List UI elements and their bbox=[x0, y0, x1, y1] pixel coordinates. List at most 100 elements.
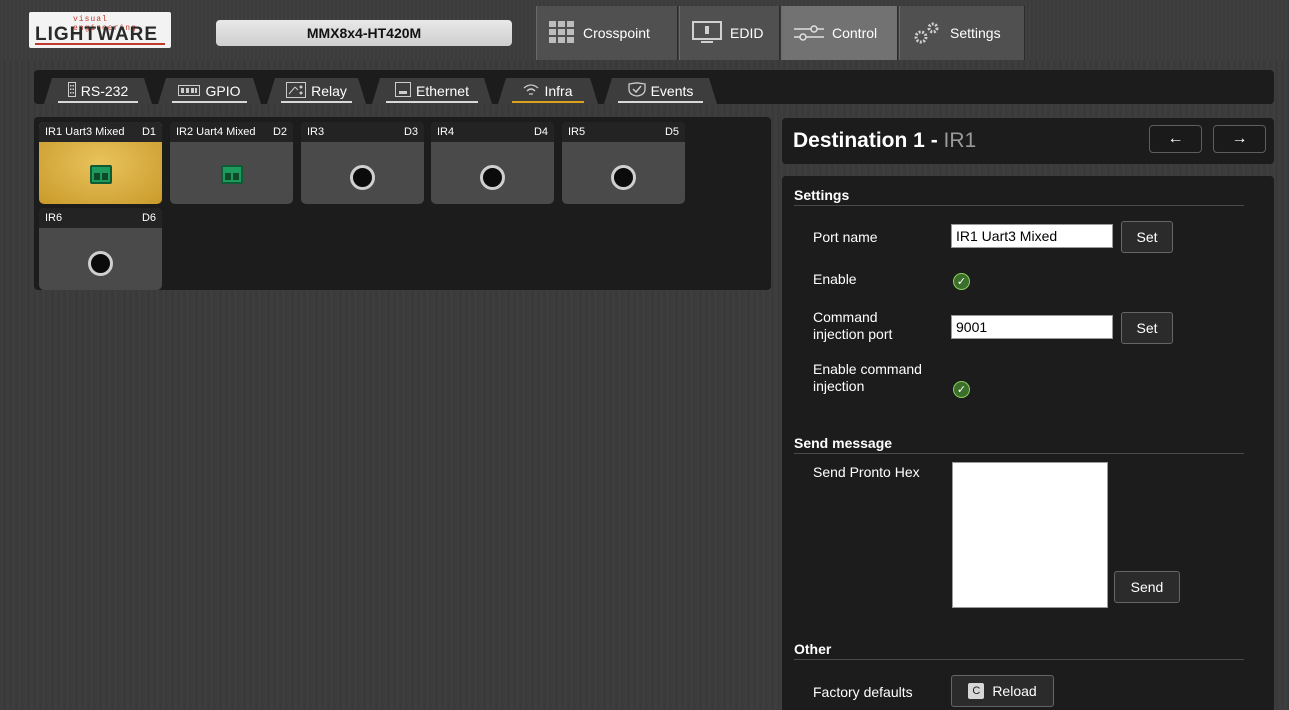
set-injection-port-button[interactable]: Set bbox=[1121, 312, 1173, 344]
relay-icon bbox=[286, 82, 306, 101]
port-id: D2 bbox=[272, 126, 287, 138]
checkmark-icon: ✓ bbox=[956, 384, 967, 396]
next-destination-button[interactable]: → bbox=[1213, 125, 1266, 153]
tab-ethernet[interactable]: Ethernet bbox=[372, 78, 492, 104]
serial-port-icon bbox=[68, 82, 76, 100]
arrow-left-icon: ← bbox=[1167, 130, 1184, 147]
port-id: D5 bbox=[664, 126, 679, 138]
destination-separator: - bbox=[924, 129, 944, 152]
tab-underline bbox=[58, 101, 138, 103]
destination-settings-panel: Settings Port name Set Enable ✓ Command … bbox=[782, 176, 1274, 710]
sliders-icon bbox=[794, 22, 824, 44]
tab-infra[interactable]: Infra bbox=[498, 78, 598, 104]
nav-tab-edid[interactable]: EDID bbox=[679, 6, 780, 60]
port-header: IR3 D3 bbox=[301, 122, 424, 142]
events-check-icon bbox=[628, 82, 646, 100]
port-tile-d1[interactable]: IR1 Uart3 Mixed D1 bbox=[39, 122, 162, 204]
nav-tab-settings[interactable]: Settings bbox=[899, 6, 1025, 60]
tab-events[interactable]: Events bbox=[604, 78, 717, 104]
tab-label-relay: Relay bbox=[311, 83, 347, 99]
tab-rs232[interactable]: RS-232 bbox=[44, 78, 152, 104]
previous-destination-button[interactable]: ← bbox=[1149, 125, 1202, 153]
tab-label-rs232: RS-232 bbox=[80, 83, 129, 99]
enable-command-injection-label: Enable command injection bbox=[813, 361, 922, 395]
section-divider bbox=[794, 205, 1244, 206]
port-name-input[interactable] bbox=[951, 224, 1113, 248]
settings-heading: Settings bbox=[794, 187, 850, 203]
port-tile-d5[interactable]: IR5 D5 bbox=[562, 122, 685, 204]
ethernet-port-icon bbox=[395, 82, 411, 100]
send-message-heading: Send message bbox=[794, 435, 893, 451]
nav-label-settings: Settings bbox=[950, 25, 1001, 41]
grid-icon bbox=[549, 21, 575, 45]
port-name: IR2 Uart4 Mixed bbox=[176, 126, 256, 138]
destination-header: Destination 1 - IR1 ← → bbox=[782, 118, 1274, 164]
reload-icon: C bbox=[968, 683, 985, 699]
port-tile-d2[interactable]: IR2 Uart4 Mixed D2 bbox=[170, 122, 293, 204]
other-heading: Other bbox=[794, 641, 832, 657]
tab-label-ethernet: Ethernet bbox=[416, 83, 469, 99]
label-line: Enable command bbox=[813, 361, 922, 377]
port-header: IR4 D4 bbox=[431, 122, 554, 142]
set-port-name-button[interactable]: Set bbox=[1121, 221, 1173, 253]
enable-label: Enable bbox=[813, 271, 857, 287]
label-line: injection bbox=[813, 378, 865, 394]
section-divider bbox=[794, 453, 1244, 454]
nav-label-crosspoint: Crosspoint bbox=[583, 25, 650, 41]
nav-tab-crosspoint[interactable]: Crosspoint bbox=[536, 6, 678, 60]
port-name: IR5 bbox=[568, 126, 586, 138]
port-name: IR6 bbox=[45, 212, 63, 224]
port-tile-d6[interactable]: IR6 D6 bbox=[39, 208, 162, 290]
port-id: D1 bbox=[141, 126, 156, 138]
tab-underline-active bbox=[512, 101, 584, 103]
infrared-signal-icon bbox=[523, 83, 539, 100]
reload-label: Reload bbox=[992, 683, 1037, 699]
destination-name: Destination 1 bbox=[793, 129, 925, 152]
port-name: IR3 bbox=[307, 126, 325, 138]
port-id: D6 bbox=[141, 212, 156, 224]
audio-jack-icon bbox=[480, 165, 505, 190]
lightware-logo: visual engineering LIGHTWARE bbox=[29, 12, 171, 48]
port-header: IR5 D5 bbox=[562, 122, 685, 142]
tab-relay[interactable]: Relay bbox=[267, 78, 366, 104]
device-name-button[interactable]: MMX8x4-HT420M bbox=[216, 20, 512, 46]
gears-icon bbox=[912, 21, 942, 45]
label-line: injection port bbox=[813, 326, 893, 342]
send-button[interactable]: Send bbox=[1114, 571, 1180, 603]
port-name: IR1 Uart3 Mixed bbox=[45, 126, 125, 138]
port-header: IR1 Uart3 Mixed D1 bbox=[39, 122, 162, 142]
control-subtab-bar: RS-232 GPIO Relay Ethernet Infra Events bbox=[34, 70, 1274, 104]
tab-underline bbox=[172, 101, 247, 103]
nav-label-control: Control bbox=[832, 25, 878, 41]
terminal-block-icon bbox=[89, 165, 112, 184]
enable-checkbox[interactable]: ✓ bbox=[953, 273, 970, 290]
section-divider bbox=[794, 659, 1244, 660]
monitor-icon bbox=[692, 21, 722, 45]
port-header: IR6 D6 bbox=[39, 208, 162, 228]
tab-label-infra: Infra bbox=[544, 83, 573, 99]
port-tile-d3[interactable]: IR3 D3 bbox=[301, 122, 424, 204]
port-tile-d4[interactable]: IR4 D4 bbox=[431, 122, 554, 204]
audio-jack-icon bbox=[611, 165, 636, 190]
tab-underline bbox=[386, 101, 478, 103]
arrow-right-icon: → bbox=[1231, 130, 1248, 147]
destination-title: Destination 1 - IR1 bbox=[793, 129, 976, 153]
label-line: Command bbox=[813, 309, 878, 325]
reload-button[interactable]: C Reload bbox=[951, 675, 1054, 707]
command-injection-port-input[interactable] bbox=[951, 315, 1113, 339]
enable-command-injection-checkbox[interactable]: ✓ bbox=[953, 381, 970, 398]
tab-underline bbox=[618, 101, 703, 103]
port-header: IR2 Uart4 Mixed D2 bbox=[170, 122, 293, 142]
audio-jack-icon bbox=[350, 165, 375, 190]
infra-port-grid: IR1 Uart3 Mixed D1 IR2 Uart4 Mixed D2 IR… bbox=[34, 117, 771, 290]
port-id: D4 bbox=[533, 126, 548, 138]
pronto-hex-textarea[interactable] bbox=[952, 462, 1108, 608]
tab-label-events: Events bbox=[650, 83, 694, 99]
nav-tab-control[interactable]: Control bbox=[781, 6, 898, 60]
destination-port: IR1 bbox=[943, 129, 977, 152]
factory-defaults-label: Factory defaults bbox=[813, 684, 913, 700]
audio-jack-icon bbox=[88, 251, 113, 276]
port-id: D3 bbox=[403, 126, 418, 138]
send-pronto-hex-label: Send Pronto Hex bbox=[813, 464, 920, 480]
tab-gpio[interactable]: GPIO bbox=[158, 78, 261, 104]
